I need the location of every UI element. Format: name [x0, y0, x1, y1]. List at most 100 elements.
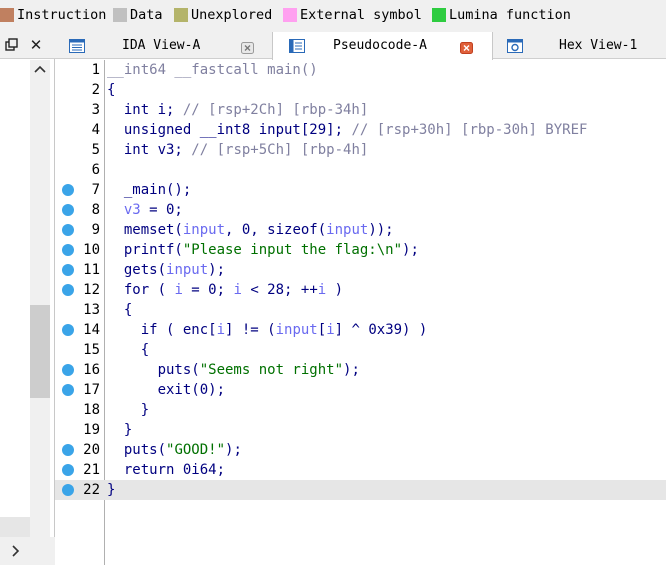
- code-line[interactable]: 1 __int64 __fastcall main(): [55, 60, 666, 80]
- code-line[interactable]: 22}: [55, 480, 666, 500]
- code-text[interactable]: return 0i64;: [107, 460, 225, 480]
- tab-bar: IDA View-A Pseudocode-A Hex View-1: [55, 32, 666, 60]
- breakpoint-dot-icon[interactable]: [62, 384, 74, 396]
- line-number: 8: [91, 202, 100, 218]
- code-text[interactable]: unsigned __int8 input[29]; // [rsp+30h] …: [107, 120, 588, 140]
- code-text[interactable]: for ( i = 0; i < 28; ++i ): [107, 280, 343, 300]
- legend-item-unexplored: Unexplored: [174, 7, 272, 23]
- code-text[interactable]: puts("GOOD!");: [107, 440, 242, 460]
- code-text[interactable]: if ( enc[i] != (input[i] ^ 0x39) ): [107, 320, 428, 340]
- code-line[interactable]: 16 puts("Seems not right");: [55, 360, 666, 380]
- line-number: 20: [83, 442, 100, 458]
- code-line[interactable]: 20 puts("GOOD!");: [55, 440, 666, 460]
- line-number: 11: [83, 262, 100, 278]
- tab-hex-view-1[interactable]: Hex View-1: [495, 32, 666, 59]
- line-number: 3: [91, 102, 100, 118]
- breakpoint-dot-icon[interactable]: [62, 484, 74, 496]
- breakpoint-dot-icon[interactable]: [62, 364, 74, 376]
- line-number: 2: [91, 82, 100, 98]
- line-number: 12: [83, 282, 100, 298]
- scrollbar-thumb[interactable]: [30, 305, 50, 398]
- legend-label: Instruction: [17, 7, 107, 23]
- code-line[interactable]: 21 return 0i64;: [55, 460, 666, 480]
- scroll-right-icon[interactable]: [8, 543, 24, 559]
- code-text[interactable]: exit(0);: [107, 380, 225, 400]
- legend-item-external-symbol: External symbol: [283, 7, 422, 23]
- line-number: 14: [83, 322, 100, 338]
- code-text[interactable]: {: [107, 340, 149, 360]
- code-line[interactable]: 13 {: [55, 300, 666, 320]
- breakpoint-dot-icon[interactable]: [62, 244, 74, 256]
- tab-ida-view-a[interactable]: IDA View-A: [55, 32, 270, 59]
- horizontal-scrollbar[interactable]: [0, 537, 55, 565]
- pseudocode-icon: [289, 38, 305, 53]
- code-text[interactable]: memset(input, 0, sizeof(input));: [107, 220, 394, 240]
- vertical-scrollbar[interactable]: [30, 60, 50, 557]
- code-line[interactable]: 19 }: [55, 420, 666, 440]
- legend-label: Lumina function: [449, 7, 571, 23]
- code-line[interactable]: 18 }: [55, 400, 666, 420]
- breakpoint-dot-icon[interactable]: [62, 264, 74, 276]
- code-line[interactable]: 3 int i; // [rsp+2Ch] [rbp-34h]: [55, 100, 666, 120]
- code-text[interactable]: v3 = 0;: [107, 200, 183, 220]
- code-line[interactable]: 9 memset(input, 0, sizeof(input));: [55, 220, 666, 240]
- scroll-up-icon[interactable]: [30, 62, 50, 78]
- breakpoint-dot-icon[interactable]: [62, 224, 74, 236]
- tab-label: Pseudocode-A: [333, 38, 427, 53]
- tab-pseudocode-a[interactable]: Pseudocode-A: [272, 32, 493, 60]
- legend-label: Data: [130, 7, 163, 23]
- line-number: 22: [83, 482, 100, 498]
- breakpoint-dot-icon[interactable]: [62, 284, 74, 296]
- line-number: 19: [83, 422, 100, 438]
- line-number: 10: [83, 242, 100, 258]
- line-number: 16: [83, 362, 100, 378]
- float-window-icon[interactable]: [5, 38, 19, 52]
- breakpoint-dot-icon[interactable]: [62, 324, 74, 336]
- line-number: 7: [91, 182, 100, 198]
- hex-icon: [507, 38, 523, 53]
- code-line[interactable]: 8 v3 = 0;: [55, 200, 666, 220]
- code-line[interactable]: 15 {: [55, 340, 666, 360]
- legend-item-data: Data: [113, 7, 163, 23]
- code-text[interactable]: }: [107, 400, 149, 420]
- code-line[interactable]: 10 printf("Please input the flag:\n");: [55, 240, 666, 260]
- code-text[interactable]: gets(input);: [107, 260, 225, 280]
- code-text[interactable]: int i; // [rsp+2Ch] [rbp-34h]: [107, 100, 368, 120]
- close-pane-icon[interactable]: ✕: [29, 37, 43, 53]
- code-text[interactable]: }: [107, 480, 115, 500]
- line-number: 13: [83, 302, 100, 318]
- code-line[interactable]: 5 int v3; // [rsp+5Ch] [rbp-4h]: [55, 140, 666, 160]
- code-line[interactable]: 2{: [55, 80, 666, 100]
- code-text[interactable]: puts("Seems not right");: [107, 360, 360, 380]
- pane-header: ✕: [0, 32, 55, 59]
- pseudocode-editor[interactable]: 1 __int64 __fastcall main() 2{3 int i; // …: [55, 60, 666, 565]
- tab-label: IDA View-A: [122, 38, 201, 53]
- close-tab-icon[interactable]: [460, 39, 473, 54]
- code-text[interactable]: {: [107, 80, 115, 100]
- legend-swatch: [432, 8, 446, 22]
- code-line[interactable]: 4 unsigned __int8 input[29]; // [rsp+30h…: [55, 120, 666, 140]
- code-text[interactable]: _main();: [107, 180, 191, 200]
- legend-label: Unexplored: [191, 7, 273, 23]
- tab-label: Hex View-1: [559, 38, 638, 53]
- close-tab-icon[interactable]: [241, 39, 254, 54]
- legend-bar: Instruction Data Unexplored External sym…: [0, 0, 666, 32]
- code-line[interactable]: 17 exit(0);: [55, 380, 666, 400]
- code-line[interactable]: 7 _main();: [55, 180, 666, 200]
- code-text[interactable]: }: [107, 420, 132, 440]
- code-line[interactable]: 12 for ( i = 0; i < 28; ++i ): [55, 280, 666, 300]
- code-line[interactable]: 14 if ( enc[i] != (input[i] ^ 0x39) ): [55, 320, 666, 340]
- code-text[interactable]: int v3; // [rsp+5Ch] [rbp-4h]: [107, 140, 368, 160]
- breakpoint-dot-icon[interactable]: [62, 444, 74, 456]
- breakpoint-dot-icon[interactable]: [62, 204, 74, 216]
- code-text[interactable]: printf("Please input the flag:\n");: [107, 240, 419, 260]
- legend-label: External symbol: [300, 7, 422, 23]
- legend-swatch: [283, 8, 297, 22]
- code-text[interactable]: {: [107, 300, 132, 320]
- code-line[interactable]: 11 gets(input);: [55, 260, 666, 280]
- breakpoint-dot-icon[interactable]: [62, 464, 74, 476]
- code-text[interactable]: __int64 __fastcall main(): [107, 60, 318, 80]
- code-line[interactable]: 6: [55, 160, 666, 180]
- breakpoint-dot-icon[interactable]: [62, 184, 74, 196]
- line-number: 9: [91, 222, 100, 238]
